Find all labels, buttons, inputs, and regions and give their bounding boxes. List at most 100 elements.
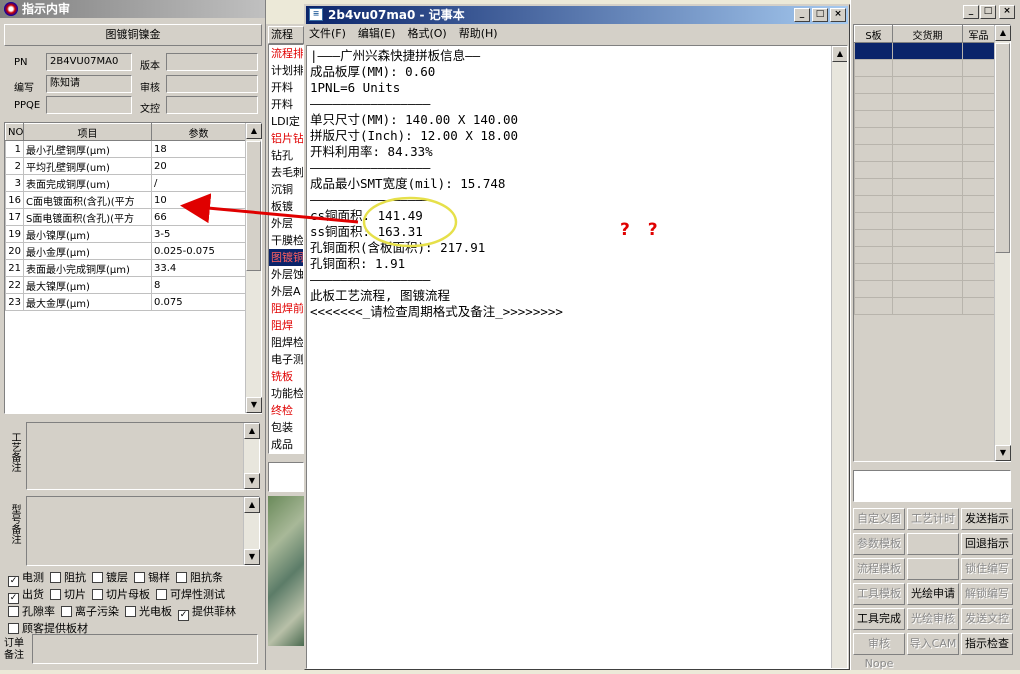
table-cell[interactable] [892, 212, 963, 230]
row-param[interactable]: 0.025-0.075 [151, 242, 246, 260]
row-item[interactable]: 最小金厚(μm) [23, 242, 152, 260]
action-button[interactable]: 工艺计时 [907, 508, 959, 530]
table-row[interactable]: 17 S面电镀面积(含孔)(平方 66 [5, 208, 246, 226]
model-note-textarea[interactable]: ▲ ▼ [26, 496, 260, 566]
flow-item[interactable]: 电子测 [269, 351, 303, 368]
checkbox[interactable] [8, 623, 19, 634]
menu-item[interactable]: 格式(O) [407, 27, 446, 40]
process-note-textarea[interactable]: ▲ ▼ [26, 422, 260, 490]
maximize-icon[interactable]: □ [980, 5, 996, 19]
table-cell[interactable] [962, 144, 995, 162]
table-cell[interactable] [854, 280, 893, 298]
flow-item[interactable]: 干膜检 [269, 232, 303, 249]
action-button[interactable]: 流程模板 [853, 558, 905, 580]
order-note-field[interactable] [32, 634, 258, 664]
row-no[interactable]: 2 [5, 157, 24, 175]
checkbox-label[interactable]: 切片 [64, 588, 86, 601]
checkbox-label[interactable]: 切片母板 [106, 588, 150, 601]
action-button[interactable]: 发送指示 [961, 508, 1013, 530]
flow-item[interactable]: 铣板 [269, 368, 303, 385]
action-button[interactable]: 指示检查 [961, 633, 1013, 655]
flow-item[interactable]: 铝片钻 [269, 130, 303, 147]
col-military-header[interactable]: 军品 [962, 25, 995, 43]
row-item[interactable]: 表面最小完成铜厚(μm) [23, 259, 152, 277]
table-cell[interactable] [962, 178, 995, 196]
flow-item[interactable]: 功能检 [269, 385, 303, 402]
table-cell[interactable] [892, 93, 963, 111]
action-button[interactable]: 工具完成 [853, 608, 905, 630]
table-cell[interactable] [892, 246, 963, 264]
table-row[interactable] [854, 263, 995, 281]
scroll-thumb[interactable] [246, 141, 261, 271]
table-cell[interactable] [854, 297, 893, 315]
checkbox-label[interactable]: 提供菲林 [192, 605, 236, 618]
table-cell[interactable] [962, 297, 995, 315]
table-cell[interactable] [892, 178, 963, 196]
flow-item[interactable]: 钻孔 [269, 147, 303, 164]
table-cell[interactable] [892, 144, 963, 162]
process-note-scrollbar[interactable]: ▲ ▼ [243, 423, 260, 489]
scroll-down-icon[interactable]: ▼ [244, 549, 260, 565]
scroll-thumb[interactable] [995, 43, 1010, 253]
table-cell[interactable] [892, 297, 963, 315]
table-cell[interactable] [854, 110, 893, 128]
action-button[interactable]: 解锁编写 [961, 583, 1013, 605]
checkbox[interactable] [61, 606, 72, 617]
checkbox[interactable] [50, 589, 61, 600]
table-cell[interactable] [892, 42, 963, 60]
row-no[interactable]: 22 [5, 276, 24, 294]
flow-panel-header[interactable]: 流程 [268, 26, 304, 44]
flow-item[interactable]: 沉铜 [269, 181, 303, 198]
row-item[interactable]: 最小孔壁铜厚(μm) [23, 140, 152, 158]
table-cell[interactable] [854, 59, 893, 77]
action-button[interactable]: 工具模板 [853, 583, 905, 605]
minimize-icon[interactable]: _ [963, 5, 979, 19]
row-param[interactable]: 33.4 [151, 259, 246, 277]
table-row[interactable] [854, 110, 995, 128]
close-icon[interactable]: × [830, 8, 846, 22]
table-cell[interactable] [854, 42, 893, 60]
action-button[interactable]: 自定义图 [853, 508, 905, 530]
row-param[interactable]: 66 [151, 208, 246, 226]
row-param[interactable]: 8 [151, 276, 246, 294]
parameter-table-scrollbar[interactable]: ▲ ▼ [245, 123, 262, 413]
flow-item[interactable]: 包装 [269, 419, 303, 436]
checkbox-label[interactable]: 锡样 [148, 571, 170, 584]
table-row[interactable] [854, 229, 995, 247]
table-cell[interactable] [892, 59, 963, 77]
table-cell[interactable] [962, 110, 995, 128]
table-cell[interactable] [962, 263, 995, 281]
row-param[interactable]: 18 [151, 140, 246, 158]
checkbox-label[interactable]: 阻抗条 [190, 571, 223, 584]
table-row[interactable]: 20 最小金厚(μm) 0.025-0.075 [5, 242, 246, 260]
close-icon[interactable]: × [999, 5, 1015, 19]
table-cell[interactable] [962, 76, 995, 94]
checkbox-label[interactable]: 镀层 [106, 571, 128, 584]
table-cell[interactable] [962, 195, 995, 213]
table-row[interactable] [854, 42, 995, 60]
notepad-titlebar[interactable]: ≡ 2b4vu07ma0 - 记事本 _ □ × [306, 6, 848, 24]
row-item[interactable]: 表面完成铜厚(um) [23, 174, 152, 192]
row-item[interactable]: 最大镍厚(μm) [23, 276, 152, 294]
table-cell[interactable] [892, 280, 963, 298]
reviewer-field[interactable] [166, 75, 258, 93]
table-row[interactable]: 1 最小孔壁铜厚(μm) 18 [5, 140, 246, 158]
col-delivery-header[interactable]: 交货期 [892, 25, 963, 43]
flow-item[interactable]: LDI定 [269, 113, 303, 130]
notepad-scrollbar[interactable]: ▲ [831, 46, 847, 668]
table-cell[interactable] [854, 263, 893, 281]
menu-item[interactable]: 编辑(E) [358, 27, 396, 40]
version-field[interactable] [166, 53, 258, 71]
row-item[interactable]: 平均孔壁铜厚(um) [23, 157, 152, 175]
table-row[interactable]: 2 平均孔壁铜厚(um) 20 [5, 157, 246, 175]
col-s-board-header[interactable]: S板 [854, 25, 893, 43]
table-row[interactable] [854, 280, 995, 298]
action-button[interactable] [907, 533, 959, 555]
table-row[interactable]: 23 最大金厚(μm) 0.075 [5, 293, 246, 311]
table-cell[interactable] [892, 263, 963, 281]
action-button[interactable]: 审核Nope [853, 633, 905, 670]
row-no[interactable]: 20 [5, 242, 24, 260]
table-cell[interactable] [892, 161, 963, 179]
table-cell[interactable] [854, 76, 893, 94]
table-cell[interactable] [892, 76, 963, 94]
